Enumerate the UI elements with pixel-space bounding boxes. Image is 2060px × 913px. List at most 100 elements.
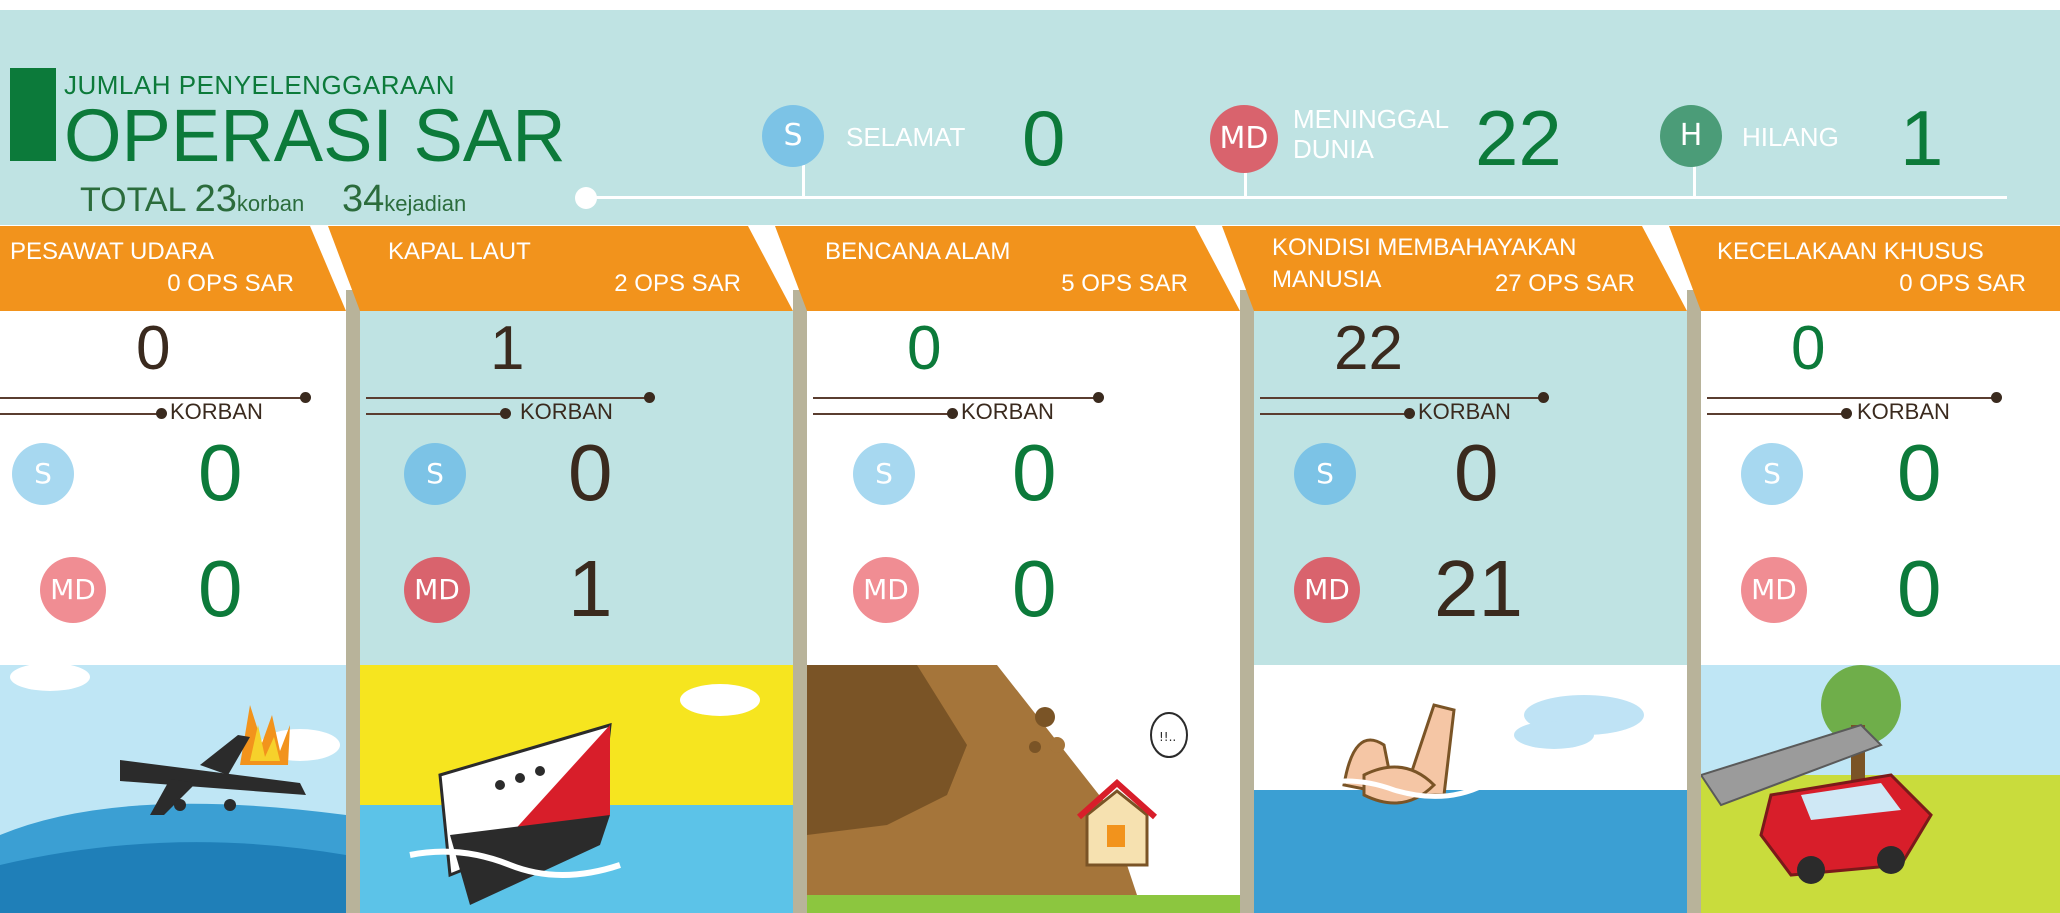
incidents-unit: kejadian — [384, 191, 467, 216]
sinking-ship-illustration — [360, 665, 793, 913]
car-crash-illustration — [1701, 665, 2060, 913]
meninggal-badge-icon: MD — [1210, 105, 1278, 173]
category-body: 22 KORBAN S 0 MD 21 H 1 — [1254, 311, 1687, 735]
s-badge-icon: S — [853, 443, 915, 505]
connector-tick-s — [802, 165, 805, 198]
selamat-count: 0 — [1454, 428, 1499, 517]
category-total: 22 — [1334, 314, 1403, 383]
category-name: BENCANA ALAM — [825, 238, 1011, 265]
victims-unit: korban — [236, 191, 305, 216]
header-totals: TOTAL 23korban 34kejadian — [80, 178, 466, 221]
korban-dot — [1404, 408, 1415, 419]
md-badge-icon: MD — [1741, 557, 1807, 623]
korban-line — [0, 413, 160, 415]
korban-dot — [947, 408, 958, 419]
header-title: OPERASI SAR — [64, 94, 566, 177]
total-label: TOTAL — [80, 181, 186, 219]
selamat-value: 0 — [1022, 94, 1066, 182]
meninggal-label-line2: DUNIA — [1293, 134, 1374, 164]
category-name: PESAWAT UDARA — [10, 238, 215, 265]
meninggal-count: 0 — [1897, 544, 1942, 633]
column-separator — [1240, 290, 1254, 913]
category-body: 0 KORBAN S 0 MD 0 H 0 — [807, 311, 1240, 735]
category-body: 1 KORBAN S 0 MD 1 H 0 — [360, 311, 793, 735]
korban-label: KORBAN — [520, 399, 613, 424]
category-total: 1 — [490, 314, 525, 383]
korban-line — [366, 413, 506, 415]
column-separator — [1687, 290, 1701, 913]
selamat-count: 0 — [1897, 428, 1942, 517]
md-badge-icon: MD — [40, 557, 106, 623]
category-body: 0 KORBAN S 0 MD 0 H 0 — [1701, 311, 2060, 735]
category-ops: 27 OPS SAR — [1494, 270, 1635, 297]
infographic: JUMLAH PENYELENGGARAAN OPERASI SAR TOTAL… — [0, 0, 2060, 913]
meninggal-count: 21 — [1434, 544, 1523, 633]
korban-line-dot — [644, 392, 655, 403]
korban-line — [1260, 413, 1410, 415]
category-header: BENCANA ALAM 5 OPS SAR — [775, 226, 1240, 311]
header-panel: JUMLAH PENYELENGGARAAN OPERASI SAR TOTAL… — [0, 10, 2060, 225]
column-separator — [793, 290, 807, 913]
korban-dot — [500, 408, 511, 419]
hilang-value: 1 — [1900, 94, 1944, 182]
scene-exclaim-text: !!.. — [1159, 730, 1176, 744]
category-pesawat-udara: PESAWAT UDARA 0 OPS SAR 0 KORBAN S 0 MD … — [0, 226, 346, 913]
total-victims: 23 — [194, 178, 237, 220]
column-separator — [346, 290, 360, 913]
meninggal-count: 1 — [568, 544, 613, 633]
category-header: PESAWAT UDARA 0 OPS SAR — [0, 226, 346, 311]
korban-label: KORBAN — [170, 399, 263, 424]
md-badge-icon: MD — [404, 557, 470, 623]
category-ops: 2 OPS SAR — [614, 270, 741, 297]
selamat-count: 0 — [198, 428, 243, 517]
s-badge-icon: S — [1294, 443, 1356, 505]
hilang-label: HILANG — [1742, 122, 1839, 152]
korban-label: KORBAN — [1418, 399, 1511, 424]
category-total: 0 — [136, 314, 171, 383]
md-badge-icon: MD — [853, 557, 919, 623]
meninggal-count: 0 — [1012, 544, 1057, 633]
selamat-label: SELAMAT — [846, 122, 966, 152]
category-ops: 0 OPS SAR — [1899, 270, 2026, 297]
accent-bar — [10, 68, 56, 161]
category-kecelakaan-khusus: KECELAKAAN KHUSUS 0 OPS SAR 0 KORBAN S 0… — [1669, 226, 2060, 913]
korban-label: KORBAN — [961, 399, 1054, 424]
korban-line — [813, 397, 1099, 399]
category-header: KAPAL LAUT 2 OPS SAR — [328, 226, 793, 311]
korban-line-dot — [1093, 392, 1104, 403]
s-badge-icon: S — [404, 443, 466, 505]
category-name-line2: MANUSIA — [1272, 266, 1382, 293]
meninggal-label-line1: MENINGGAL — [1293, 104, 1450, 134]
landslide-illustration: !!.. — [807, 665, 1240, 913]
selamat-count: 0 — [1012, 428, 1057, 517]
korban-line — [813, 413, 953, 415]
korban-line — [1707, 397, 1997, 399]
plane-crash-illustration — [0, 665, 346, 913]
category-name: KAPAL LAUT — [388, 238, 531, 265]
meninggal-count: 0 — [198, 544, 243, 633]
selamat-count: 0 — [568, 428, 613, 517]
category-header: KONDISI MEMBAHAYAKAN MANUSIA 27 OPS SAR — [1222, 226, 1687, 311]
s-badge-icon: S — [12, 443, 74, 505]
korban-dot — [1841, 408, 1852, 419]
korban-line-dot — [1538, 392, 1549, 403]
category-kondisi-membahayakan-manusia: KONDISI MEMBAHAYAKAN MANUSIA 27 OPS SAR … — [1222, 226, 1687, 913]
category-total: 0 — [1791, 314, 1826, 383]
connector-tick-h — [1693, 165, 1696, 198]
category-total: 0 — [907, 314, 942, 383]
category-body: 0 KORBAN S 0 MD 0 H 0 — [0, 311, 346, 735]
category-header: KECELAKAAN KHUSUS 0 OPS SAR — [1669, 226, 2060, 311]
header-connector-dot — [575, 187, 597, 209]
total-incidents: 34 — [341, 178, 385, 220]
drowning-person-illustration — [1254, 665, 1687, 913]
korban-line-dot — [300, 392, 311, 403]
category-bencana-alam: BENCANA ALAM 5 OPS SAR 0 KORBAN S 0 MD 0… — [775, 226, 1240, 913]
korban-line-dot — [1991, 392, 2002, 403]
category-kapal-laut: KAPAL LAUT 2 OPS SAR 1 KORBAN S 0 MD 1 H… — [328, 226, 793, 913]
korban-label: KORBAN — [1857, 399, 1950, 424]
s-badge-icon: S — [1741, 443, 1803, 505]
category-ops: 5 OPS SAR — [1061, 270, 1188, 297]
md-badge-icon: MD — [1294, 557, 1360, 623]
hilang-badge-icon: H — [1660, 105, 1722, 167]
meninggal-value: 22 — [1475, 94, 1562, 182]
